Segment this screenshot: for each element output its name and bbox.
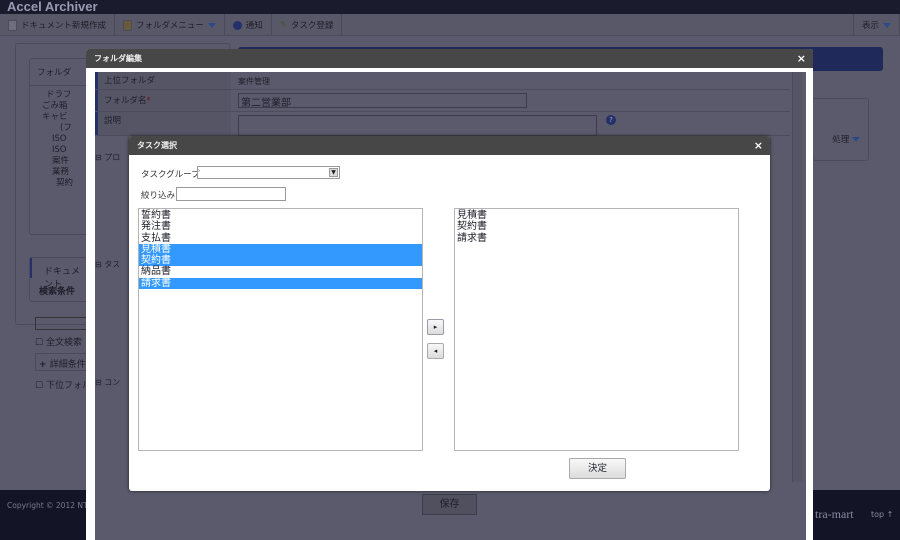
tree-item[interactable]: キャビ: [30, 112, 88, 123]
ok-button[interactable]: 決定: [569, 458, 626, 479]
copyright: Copyright © 2012 NTT: [7, 501, 93, 510]
tree-item[interactable]: ISO: [30, 134, 88, 145]
section-label: タス: [104, 260, 121, 269]
notify-label: 通知: [245, 21, 263, 31]
process-menu[interactable]: 処理: [832, 133, 860, 145]
folder-icon: [123, 19, 133, 31]
parent-folder-value: 案件管理: [238, 77, 270, 86]
task-select-title-bar: タスク選択 ×: [129, 136, 770, 155]
new-document-label: ドキュメント新規作成: [21, 21, 107, 31]
detail-label: 詳細条件: [49, 360, 86, 370]
section-label: プロ: [104, 153, 121, 162]
folder-edit-title-bar: フォルダ編集 ×: [86, 49, 813, 68]
brand-logo: tra-mart: [815, 507, 854, 521]
tree-item[interactable]: 業務: [30, 167, 88, 178]
pencil-icon: ✎: [279, 20, 287, 30]
folder-menu-label: フォルダメニュー: [136, 21, 204, 31]
list-item[interactable]: 契約書: [139, 255, 422, 267]
tree-item[interactable]: 契約: [30, 178, 88, 189]
list-item[interactable]: 発注書: [139, 221, 422, 232]
document-search-panel: ドキュメント 検索条件: [29, 257, 89, 302]
tree-item[interactable]: ドラフ: [30, 90, 88, 101]
task-register-label: タスク登録: [290, 21, 334, 31]
folder-tab[interactable]: フォルダ: [30, 59, 88, 86]
dialog-title: タスク選択: [137, 141, 177, 150]
filter-input[interactable]: [176, 187, 286, 201]
list-item[interactable]: 見積書: [455, 210, 738, 221]
chevron-down-icon[interactable]: ▼: [329, 168, 338, 177]
selected-tasks-list[interactable]: 見積書 契約書 請求書: [454, 208, 739, 451]
right-panel: 処理: [812, 98, 869, 161]
close-icon[interactable]: ×: [797, 49, 806, 68]
search-input[interactable]: [35, 317, 90, 330]
top-link[interactable]: top ↑: [871, 510, 893, 519]
list-item[interactable]: 請求書: [139, 277, 422, 290]
description-label: 説明: [95, 112, 231, 135]
add-button[interactable]: ▸: [427, 319, 444, 335]
chevron-down-icon: [852, 137, 860, 142]
scrollbar[interactable]: [792, 72, 802, 482]
new-document-button[interactable]: ドキュメント新規作成: [0, 14, 116, 36]
tree-item[interactable]: 案件: [30, 156, 88, 167]
app-title: Accel Archiver: [0, 0, 900, 14]
tree-item[interactable]: ISO: [30, 145, 88, 156]
process-label: 処理: [832, 135, 850, 145]
list-item[interactable]: 納品書: [139, 266, 422, 277]
toolbar: ドキュメント新規作成 フォルダメニュー 通知 ✎ タスク登録 表示: [0, 14, 900, 36]
close-icon[interactable]: ×: [754, 136, 763, 155]
view-menu-button[interactable]: 表示: [852, 14, 900, 36]
fulltext-label: 全文検索: [45, 338, 82, 348]
parent-folder-label: 上位フォルダ: [95, 72, 231, 89]
list-item[interactable]: 請求書: [455, 233, 738, 244]
document-tab[interactable]: ドキュメント: [30, 258, 88, 290]
subfolder-checkbox[interactable]: ☐ 下位フォル: [35, 378, 91, 391]
tree-item[interactable]: (フ: [30, 123, 88, 134]
notify-button[interactable]: 通知: [225, 14, 272, 36]
filter-label: 絞り込み: [141, 191, 176, 201]
description-textarea[interactable]: [238, 115, 597, 136]
fulltext-checkbox[interactable]: ☐ 全文検索: [35, 335, 82, 348]
task-group-select[interactable]: ▼: [197, 166, 340, 179]
task-select-dialog: タスク選択 × タスクグループ ▼ 絞り込み 誓約書 発注書 支払書 見積書 契約書 納品書…: [129, 136, 770, 491]
save-button[interactable]: 保存: [422, 494, 477, 515]
new-document-icon: [8, 19, 17, 31]
required-mark: *: [146, 96, 151, 106]
folder-name-input[interactable]: 第二営業部: [238, 93, 527, 109]
chevron-down-icon: [883, 22, 891, 28]
chevron-down-icon: [207, 22, 216, 28]
subfolder-label: 下位フォル: [45, 381, 91, 391]
list-item[interactable]: 契約書: [455, 221, 738, 232]
list-item[interactable]: 見積書: [139, 243, 422, 256]
folder-tree-panel: フォルダ ドラフ ごみ箱 キャビ (フ ISO ISO 案件 業務 契約: [29, 58, 89, 235]
remove-button[interactable]: ◂: [427, 343, 444, 359]
section-label: コン: [104, 378, 121, 387]
list-item[interactable]: 誓約書: [139, 210, 422, 221]
task-group-label: タスクグループ: [141, 170, 200, 180]
tree-item[interactable]: ごみ箱: [30, 101, 88, 112]
available-tasks-list[interactable]: 誓約書 発注書 支払書 見積書 契約書 納品書 請求書: [138, 208, 423, 451]
help-icon[interactable]: ?: [606, 115, 616, 125]
folder-menu-button[interactable]: フォルダメニュー: [115, 14, 225, 36]
task-register-button[interactable]: ✎ タスク登録: [272, 14, 343, 36]
folder-name-label: フォルダ名: [104, 96, 147, 106]
info-icon: [232, 20, 242, 30]
view-label: 表示: [861, 21, 879, 31]
list-item[interactable]: 支払書: [139, 233, 422, 244]
dialog-title: フォルダ編集: [94, 54, 142, 63]
